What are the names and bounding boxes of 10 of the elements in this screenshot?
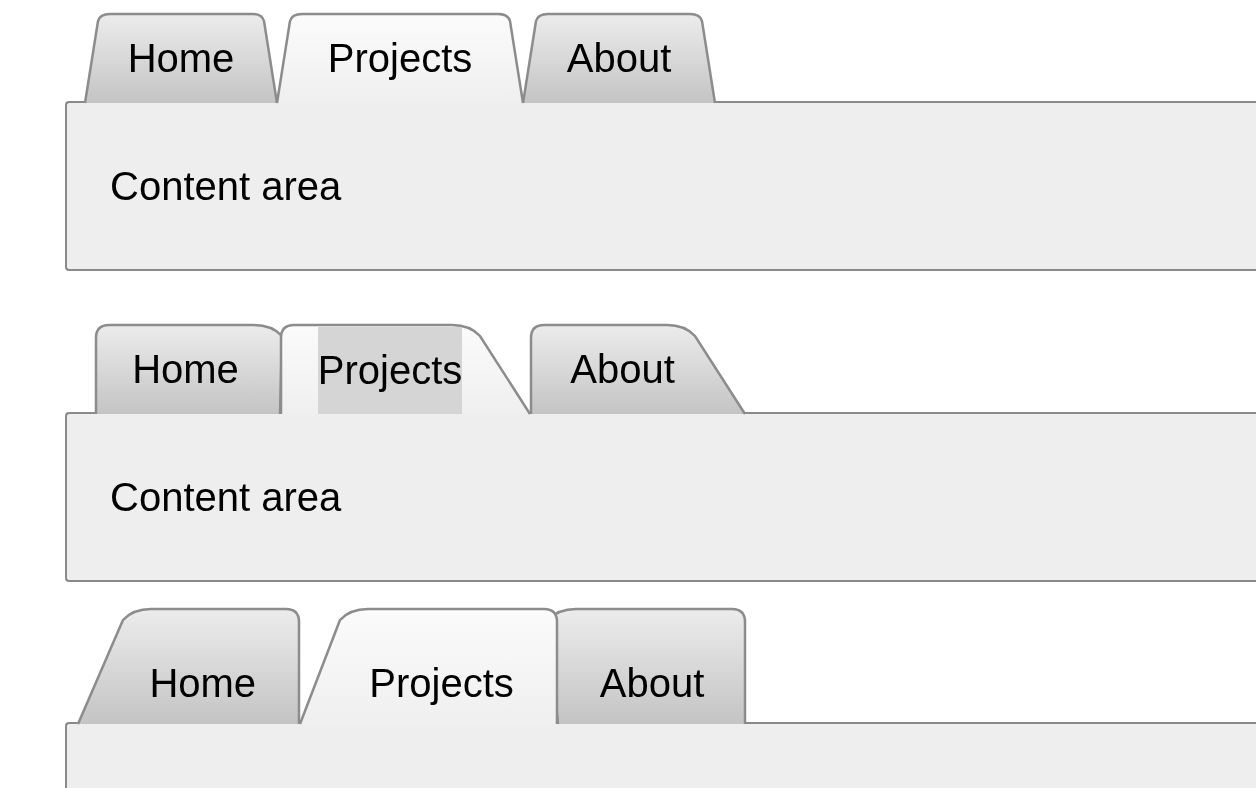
tab[interactable]: About — [523, 13, 715, 103]
tab[interactable]: About — [530, 324, 745, 414]
content-text: Content area — [110, 474, 342, 520]
tab[interactable]: Home — [78, 608, 300, 724]
tab[interactable]: About — [558, 608, 746, 724]
tab[interactable]: Home — [85, 13, 277, 103]
tab[interactable]: Projects — [277, 13, 523, 103]
tab[interactable]: Home — [95, 324, 280, 414]
tab[interactable]: Projects — [300, 608, 558, 724]
content-text: Content area — [110, 163, 342, 209]
